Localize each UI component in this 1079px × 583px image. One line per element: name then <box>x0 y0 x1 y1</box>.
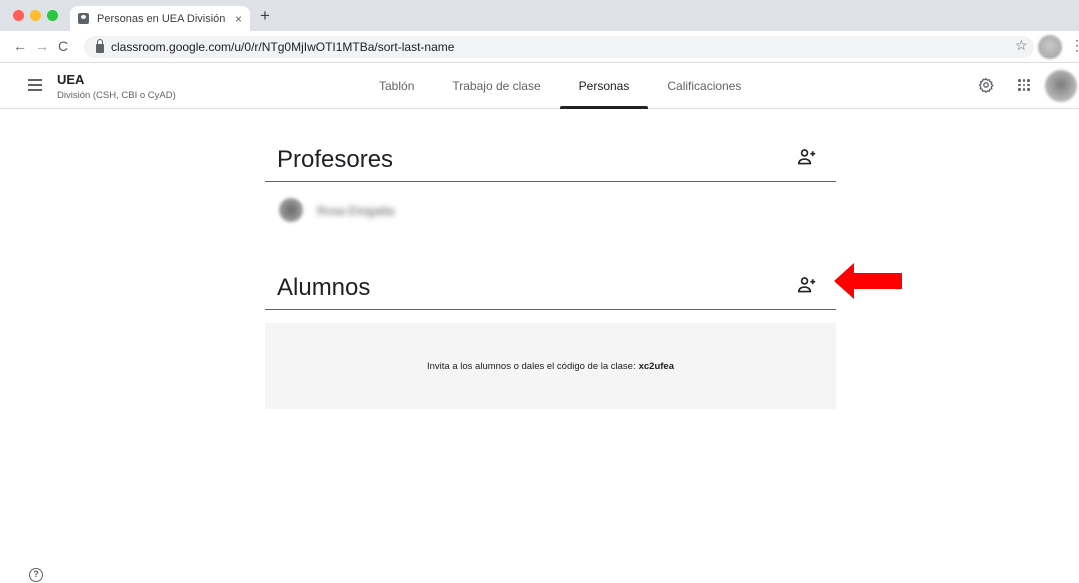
browser-tab-title: Personas en UEA División (CSH <box>97 12 229 25</box>
students-title: Alumnos <box>277 274 371 301</box>
apps-grid-icon[interactable] <box>1018 79 1030 91</box>
window-zoom-button[interactable] <box>47 10 58 21</box>
tab-calificaciones[interactable]: Calificaciones <box>648 63 760 109</box>
browser-tabstrip: Personas en UEA División (CSH × + <box>0 0 1079 31</box>
students-section-header: Alumnos <box>265 262 836 310</box>
class-code: xc2ufea <box>638 360 674 372</box>
bookmark-star-icon[interactable]: ☆ <box>1015 37 1028 54</box>
address-bar[interactable]: classroom.google.com/u/0/r/NTg0MjIwOTI1M… <box>84 36 1034 58</box>
browser-toolbar: ← → C classroom.google.com/u/0/r/NTg0MjI… <box>0 31 1079 63</box>
hamburger-icon[interactable] <box>28 79 42 91</box>
classroom-favicon-icon <box>78 13 89 24</box>
class-section: División (CSH, CBI o CyAD) <box>57 90 176 101</box>
browser-profile-avatar[interactable] <box>1038 35 1062 59</box>
teacher-avatar <box>279 198 303 222</box>
help-icon[interactable]: ? <box>29 568 43 582</box>
lock-icon <box>96 38 104 53</box>
class-tabs: Tablón Trabajo de clase Personas Calific… <box>360 63 760 109</box>
invite-students-icon[interactable] <box>797 276 817 294</box>
address-url: classroom.google.com/u/0/r/NTg0MjIwOTI1M… <box>111 40 455 54</box>
person-add-icon[interactable] <box>797 148 817 166</box>
forward-button[interactable]: → <box>35 37 49 55</box>
teacher-name: Rosa Elvigatta <box>317 204 395 218</box>
back-button[interactable]: ← <box>13 37 27 55</box>
window-minimize-button[interactable] <box>30 10 41 21</box>
reload-button[interactable]: C <box>58 37 68 55</box>
browser-tab[interactable]: Personas en UEA División (CSH × <box>70 6 250 31</box>
account-avatar[interactable] <box>1045 70 1077 102</box>
teacher-row[interactable]: Rosa Elvigatta <box>265 190 836 230</box>
class-name[interactable]: UEA <box>57 72 84 87</box>
teachers-section-header: Profesores <box>265 134 836 182</box>
gear-icon[interactable] <box>978 77 994 93</box>
classroom-header: UEA División (CSH, CBI o CyAD) Tablón Tr… <box>0 63 1079 109</box>
tab-personas[interactable]: Personas <box>559 63 649 109</box>
red-arrow-annotation <box>834 263 902 299</box>
new-tab-button[interactable]: + <box>260 7 270 24</box>
invite-students-panel: Invita a los alumnos o dales el código d… <box>265 323 836 409</box>
window-close-button[interactable] <box>13 10 24 21</box>
close-tab-icon[interactable]: × <box>235 12 242 26</box>
tab-trabajo-de-clase[interactable]: Trabajo de clase <box>433 63 559 109</box>
invite-text: Invita a los alumnos o dales el código d… <box>427 360 636 372</box>
browser-menu-icon[interactable]: ⋮ <box>1070 37 1079 54</box>
tab-tablon[interactable]: Tablón <box>360 63 433 109</box>
teachers-title: Profesores <box>277 146 394 173</box>
